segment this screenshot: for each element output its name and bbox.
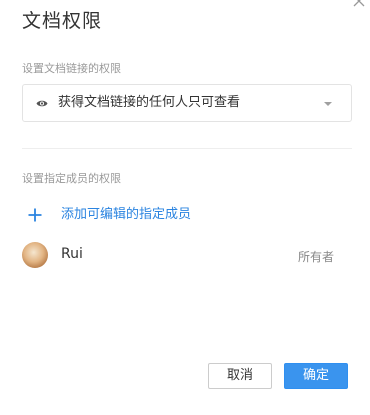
section-divider [22,148,352,149]
plus-icon [28,208,42,222]
close-button[interactable] [352,0,366,8]
link-permission-value: 获得文档链接的任何人只可查看 [58,95,241,110]
link-permission-label: 设置文档链接的权限 [22,62,121,75]
member-permission-label: 设置指定成员的权限 [22,172,121,185]
member-row: Rui 所有者 [22,240,352,270]
cancel-button[interactable]: 取消 [208,363,272,389]
member-name: Rui [61,246,83,262]
avatar [22,242,48,268]
dialog-title: 文档权限 [22,10,103,32]
close-icon [353,0,365,7]
link-permission-select[interactable]: 获得文档链接的任何人只可查看 [22,84,352,122]
confirm-button[interactable]: 确定 [284,363,348,389]
member-role: 所有者 [297,250,334,264]
chevron-down-icon [324,102,332,106]
permissions-dialog: 文档权限 设置文档链接的权限 获得文档链接的任何人只可查看 设置指定成员的权限 … [0,0,370,415]
add-member-label: 添加可编辑的指定成员 [61,207,192,222]
eye-icon [36,100,48,107]
